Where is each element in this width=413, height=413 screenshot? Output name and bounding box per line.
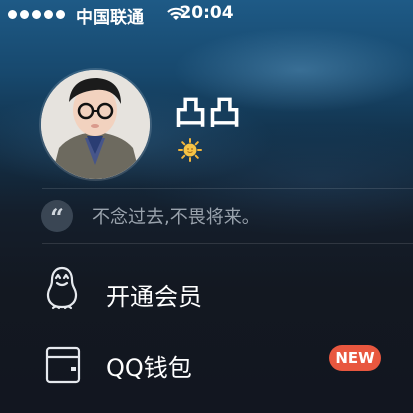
new-badge: NEW (329, 345, 381, 371)
signature-text[interactable]: 不念过去,不畏将来。 (92, 203, 260, 229)
menu-item-vip[interactable]: 开通会员 (0, 262, 413, 322)
sun-level-icon[interactable] (178, 138, 202, 166)
quote-icon: “ (41, 200, 73, 232)
status-time: 20:04 (179, 3, 234, 23)
divider (42, 243, 413, 244)
wallet-icon (45, 343, 81, 389)
nickname[interactable]: 凸凸 (174, 86, 242, 134)
penguin-icon (45, 264, 79, 316)
menu-item-label: 开通会员 (106, 283, 202, 311)
avatar[interactable] (41, 70, 150, 179)
divider (42, 188, 413, 189)
status-bar: 中国联通 20:04 (0, 0, 413, 30)
menu-item-label: QQ钱包 (106, 354, 192, 382)
